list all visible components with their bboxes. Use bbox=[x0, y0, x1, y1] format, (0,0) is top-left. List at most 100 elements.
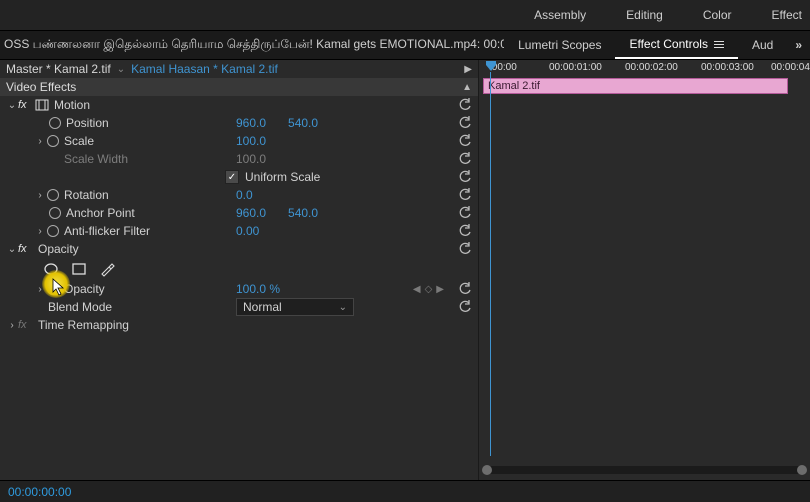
reset-icon[interactable] bbox=[458, 152, 472, 166]
prev-keyframe-icon[interactable]: ◀ bbox=[413, 284, 421, 295]
twirl-right-icon[interactable]: › bbox=[6, 320, 18, 331]
clip-path-row: Master * Kamal 2.tif ⌄ Kamal Haasan * Ka… bbox=[0, 60, 478, 78]
collapse-section-icon[interactable]: ▲ bbox=[462, 82, 472, 93]
chevron-down-icon: ⌄ bbox=[339, 302, 347, 313]
reset-icon[interactable] bbox=[458, 170, 472, 184]
panel-overflow-icon[interactable]: » bbox=[787, 38, 810, 52]
stopwatch-icon[interactable] bbox=[48, 206, 62, 220]
effect-opacity[interactable]: ⌄ fx Opacity bbox=[0, 240, 478, 258]
anchor-x-value[interactable]: 960.0 bbox=[236, 206, 266, 220]
keyframe-nav: ◀ ◇ ▶ bbox=[413, 284, 444, 295]
effect-time-remapping[interactable]: › fx Time Remapping bbox=[0, 316, 478, 334]
fx-badge-icon[interactable]: fx bbox=[18, 319, 34, 331]
rotation-label: Rotation bbox=[64, 188, 109, 202]
stopwatch-icon[interactable] bbox=[46, 134, 60, 148]
anchor-y-value[interactable]: 540.0 bbox=[288, 206, 318, 220]
property-opacity: › Opacity 100.0 % ◀ ◇ ▶ bbox=[0, 280, 478, 298]
twirl-right-icon[interactable]: › bbox=[34, 226, 46, 237]
blend-mode-select[interactable]: Normal ⌄ bbox=[236, 298, 354, 316]
workspace-effects[interactable]: Effect bbox=[752, 1, 808, 30]
property-uniform-scale: ✓ Uniform Scale bbox=[0, 168, 478, 186]
reset-icon[interactable] bbox=[458, 188, 472, 202]
transform-box-icon[interactable] bbox=[34, 99, 50, 111]
master-clip-label: Master * Kamal 2.tif bbox=[6, 62, 111, 76]
scale-label: Scale bbox=[64, 134, 94, 148]
uniform-scale-label: Uniform Scale bbox=[245, 170, 320, 184]
clip-bar[interactable]: Kamal 2.tif bbox=[483, 78, 788, 94]
zoom-scrollbar[interactable] bbox=[483, 466, 806, 474]
video-effects-header: Video Effects ▲ bbox=[0, 78, 478, 96]
scale-value[interactable]: 100.0 bbox=[236, 134, 266, 148]
stopwatch-icon[interactable] bbox=[46, 282, 60, 296]
position-y-value[interactable]: 540.0 bbox=[288, 116, 318, 130]
position-x-value[interactable]: 960.0 bbox=[236, 116, 266, 130]
fx-badge-icon[interactable]: fx bbox=[18, 99, 34, 111]
scale-width-label: Scale Width bbox=[64, 152, 128, 166]
effect-motion[interactable]: ⌄ fx Motion bbox=[0, 96, 478, 114]
antiflicker-value[interactable]: 0.00 bbox=[236, 224, 259, 238]
ruler-tick: 00:00:01:00 bbox=[549, 62, 602, 73]
reset-icon[interactable] bbox=[458, 134, 472, 148]
reset-icon[interactable] bbox=[458, 116, 472, 130]
property-rotation: › Rotation 0.0 bbox=[0, 186, 478, 204]
workspace-assembly[interactable]: Assembly bbox=[514, 1, 606, 30]
reset-icon[interactable] bbox=[458, 300, 472, 314]
time-ruler[interactable]: :00:00 00:00:01:00 00:00:02:00 00:00:03:… bbox=[479, 60, 810, 78]
property-position: Position 960.0 540.0 bbox=[0, 114, 478, 132]
anchor-label: Anchor Point bbox=[66, 206, 135, 220]
mask-tool-row bbox=[0, 258, 478, 280]
play-icon[interactable]: ▶ bbox=[464, 64, 472, 75]
reset-icon[interactable] bbox=[458, 282, 472, 296]
opacity-title-label: Opacity bbox=[38, 242, 79, 256]
reset-icon[interactable] bbox=[458, 98, 472, 112]
sequence-clip-link[interactable]: Kamal Haasan * Kamal 2.tif bbox=[131, 62, 278, 76]
stopwatch-icon[interactable] bbox=[46, 188, 60, 202]
stopwatch-icon[interactable] bbox=[46, 224, 60, 238]
playhead-line bbox=[490, 72, 491, 456]
chevron-down-icon[interactable]: ⌄ bbox=[117, 64, 125, 75]
fx-badge-icon[interactable]: fx bbox=[18, 243, 34, 255]
panel-menu-icon[interactable] bbox=[714, 41, 724, 48]
twirl-right-icon[interactable]: › bbox=[34, 190, 46, 201]
effect-controls-main: Master * Kamal 2.tif ⌄ Kamal Haasan * Ka… bbox=[0, 60, 810, 480]
rotation-value[interactable]: 0.0 bbox=[236, 188, 253, 202]
scroll-handle-left[interactable] bbox=[482, 465, 492, 475]
reset-icon[interactable] bbox=[458, 224, 472, 238]
opacity-label: Opacity bbox=[64, 282, 105, 296]
panel-tab-lumetri[interactable]: Lumetri Scopes bbox=[504, 31, 615, 59]
next-keyframe-icon[interactable]: ▶ bbox=[436, 284, 444, 295]
panel-tab-audio[interactable]: Aud bbox=[738, 31, 787, 59]
workspace-editing[interactable]: Editing bbox=[606, 1, 683, 30]
add-keyframe-icon[interactable]: ◇ bbox=[425, 284, 433, 295]
twirl-down-icon[interactable]: ⌄ bbox=[6, 244, 18, 255]
property-anchor-point: Anchor Point 960.0 540.0 bbox=[0, 204, 478, 222]
twirl-down-icon[interactable]: ⌄ bbox=[6, 100, 18, 111]
twirl-right-icon[interactable]: › bbox=[34, 136, 46, 147]
panel-header: OSS பண்ணலனா இதெல்லாம் தெரியாம செத்திருப்… bbox=[0, 30, 810, 60]
playhead-icon[interactable] bbox=[485, 60, 497, 72]
timecode-display[interactable]: 00:00:00:00 bbox=[8, 485, 71, 499]
pen-mask-icon[interactable] bbox=[98, 260, 116, 278]
effect-controls-timeline: :00:00 00:00:01:00 00:00:02:00 00:00:03:… bbox=[478, 60, 810, 480]
opacity-value[interactable]: 100.0 % bbox=[236, 282, 280, 296]
panel-tab-label: Effect Controls bbox=[629, 37, 707, 51]
motion-label: Motion bbox=[54, 98, 90, 112]
blend-mode-label: Blend Mode bbox=[48, 300, 112, 314]
reset-icon[interactable] bbox=[458, 206, 472, 220]
reset-icon[interactable] bbox=[458, 242, 472, 256]
property-blend-mode: Blend Mode Normal ⌄ bbox=[0, 298, 478, 316]
stopwatch-icon[interactable] bbox=[48, 116, 62, 130]
stopwatch-icon bbox=[46, 152, 60, 166]
twirl-right-icon[interactable]: › bbox=[34, 284, 46, 295]
panel-tab-effect-controls[interactable]: Effect Controls bbox=[615, 31, 737, 59]
position-label: Position bbox=[66, 116, 109, 130]
section-label: Video Effects bbox=[6, 80, 76, 94]
property-scale: › Scale 100.0 bbox=[0, 132, 478, 150]
ellipse-mask-icon[interactable] bbox=[42, 260, 60, 278]
uniform-scale-checkbox[interactable]: ✓ bbox=[225, 170, 239, 184]
rectangle-mask-icon[interactable] bbox=[70, 260, 88, 278]
property-scale-width: › Scale Width 100.0 bbox=[0, 150, 478, 168]
scroll-handle-right[interactable] bbox=[797, 465, 807, 475]
workspace-color[interactable]: Color bbox=[683, 1, 752, 30]
effect-controls-properties: Master * Kamal 2.tif ⌄ Kamal Haasan * Ka… bbox=[0, 60, 478, 480]
